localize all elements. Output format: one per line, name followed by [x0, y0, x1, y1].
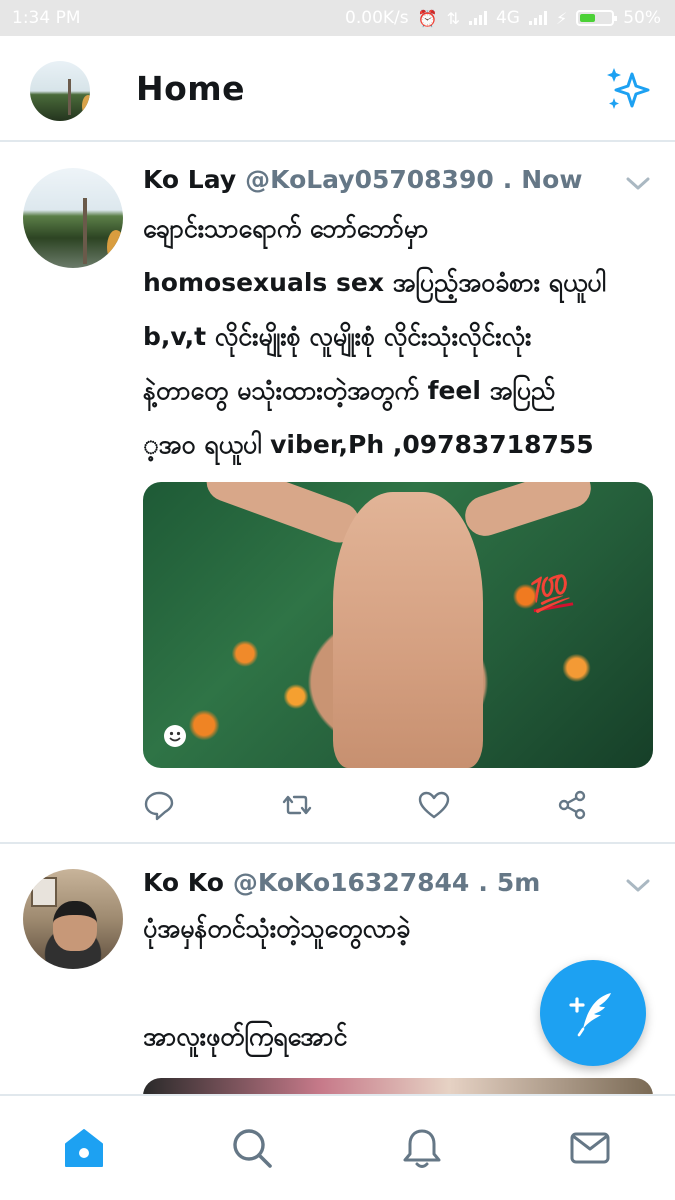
bottom-nav — [0, 1094, 675, 1200]
retweet-icon[interactable] — [281, 789, 313, 821]
tweet-text-line: homosexuals sex အပြည့်အဝခံစား ရယူပါ — [143, 268, 606, 297]
tweet-time: 5m — [496, 868, 541, 897]
author-name[interactable]: Ko Lay — [143, 165, 236, 194]
chevron-down-icon[interactable] — [625, 878, 651, 894]
notifications-icon[interactable] — [400, 1126, 444, 1170]
battery-percent: 50% — [623, 8, 661, 28]
charging-icon: ⚡ — [555, 8, 568, 28]
author-handle[interactable]: @KoLay05708390 — [245, 165, 494, 194]
search-icon[interactable] — [230, 1126, 274, 1170]
tweet-text-line: b,v,t လိုင်းမျိုးစုံ လူမျိုးစုံ လိုင်းသု… — [143, 322, 532, 351]
avatar[interactable] — [23, 869, 123, 969]
separator: . — [502, 165, 513, 194]
avatar[interactable] — [23, 168, 123, 268]
share-icon[interactable] — [556, 789, 588, 821]
tweet-actions — [143, 789, 603, 821]
like-icon[interactable] — [418, 789, 450, 821]
network-type: 4G — [495, 8, 520, 28]
messages-icon[interactable] — [568, 1126, 612, 1170]
tweet-time: Now — [521, 165, 583, 194]
tweet-text-line: နဲ့တာတွေ မသုံးထားတဲ့အတွက် feel အပြည် — [143, 376, 556, 405]
battery-icon — [576, 10, 618, 26]
hundred-emoji: 💯 — [528, 570, 574, 616]
alarm-icon: ⏰ — [417, 8, 438, 28]
status-bar: 1:34 PM 0.00K/s ⏰ ⇅ 4G ⚡ 50% — [0, 0, 675, 36]
sparkle-icon[interactable] — [604, 64, 654, 114]
separator: . — [478, 868, 488, 897]
app-header: Home — [0, 36, 675, 142]
smiley-icon[interactable] — [163, 724, 187, 748]
signal-icon — [468, 11, 487, 25]
network-speed: 0.00K/s — [345, 8, 409, 28]
home-icon[interactable] — [62, 1126, 106, 1170]
chevron-down-icon[interactable] — [625, 176, 651, 192]
tweet-text-line: ချောင်းသာရောက် ဘော်ဘော်မှာ — [143, 214, 429, 243]
tweet[interactable]: Ko Lay @KoLay05708390 . Now ချောင်းသာရော… — [0, 144, 675, 844]
profile-avatar[interactable] — [30, 61, 90, 121]
tweet-text-line: ပုံအမှန်တင်သုံးတဲ့သူတွေလာခဲ့ — [143, 914, 411, 943]
status-indicators: 0.00K/s ⏰ ⇅ 4G ⚡ 50% — [345, 8, 661, 28]
tweet-header: Ko Lay @KoLay05708390 . Now — [143, 165, 582, 199]
compose-button[interactable] — [540, 960, 646, 1066]
data-transfer-icon: ⇅ — [446, 8, 460, 28]
page-title: Home — [136, 69, 246, 108]
status-time: 1:34 PM — [12, 8, 81, 28]
compose-tweet-icon — [569, 993, 611, 1037]
author-handle[interactable]: @KoKo16327844 — [233, 868, 469, 897]
signal-icon-2 — [528, 11, 547, 25]
author-name[interactable]: Ko Ko — [143, 868, 224, 897]
reply-icon[interactable] — [143, 789, 175, 821]
tweet-text: ချောင်းသာရောက် ဘော်ဘော်မှာ homosexuals s… — [143, 202, 663, 472]
tweet-header: Ko Ko @KoKo16327844 . 5m — [143, 868, 540, 902]
tweet-image[interactable]: 💯 — [143, 482, 653, 768]
tweet-text-line: ့အဝ ရယူပါ viber,Ph ,09783718755 — [143, 430, 594, 459]
